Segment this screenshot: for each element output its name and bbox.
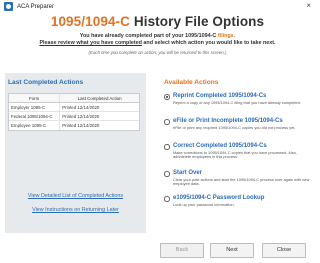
header: 1095/1094-C History File Options You hav… — [0, 14, 315, 56]
last-completed-panel: Last Completed Actions Form Last Complet… — [5, 73, 146, 233]
option-description: Clear your past actions and start the 10… — [173, 176, 310, 187]
app-icon — [4, 2, 13, 11]
radio-efile-print[interactable] — [164, 119, 170, 125]
cell-form: Employer 1095-C — [9, 103, 61, 111]
subtitle: You have already completed part of your … — [0, 33, 315, 40]
last-completed-heading: Last Completed Actions — [8, 79, 84, 86]
completed-actions-table: Form Last Completed Action Employer 1095… — [8, 93, 140, 131]
available-actions-panel: Available Actions Reprint Completed 1095… — [159, 73, 313, 233]
column-header-form: Form — [9, 94, 61, 102]
radio-reprint[interactable] — [164, 94, 170, 100]
table-row[interactable]: Employee 1095-C Printed 12/14/2020 — [9, 121, 139, 130]
cell-form: Federal 1095/1094-C — [9, 112, 61, 120]
option-description: eFile or print any required 1095/1094-C … — [173, 124, 296, 130]
subtitle-2-text: and select which action you would like t… — [141, 40, 276, 46]
option-start-over[interactable]: Start Over Clear your past actions and s… — [164, 170, 312, 187]
option-description: Make corrections to 1095/1094-C copies t… — [173, 149, 297, 160]
cell-action: Printed 12/14/2020 — [62, 123, 100, 128]
cell-action: Printed 12/14/2020 — [62, 105, 100, 110]
page-title: 1095/1094-C History File Options — [0, 14, 315, 30]
back-button[interactable]: Back — [160, 243, 204, 258]
subtitle-text: You have already completed part of your … — [79, 33, 218, 39]
available-actions-heading: Available Actions — [164, 79, 219, 86]
option-correct[interactable]: Correct Completed 1095/1094-Cs Make corr… — [164, 143, 312, 160]
table-row[interactable]: Federal 1095/1094-C Printed 12/14/2020 — [9, 112, 139, 121]
cell-form: Employee 1095-C — [9, 121, 61, 130]
close-button[interactable]: Close — [262, 243, 306, 258]
view-detailed-list-link[interactable]: View Detailed List of Completed Actions — [5, 193, 146, 199]
option-password-lookup[interactable]: e1095/1094-C Password Lookup Look up you… — [164, 195, 312, 207]
instruction-note: (Each time you complete an action, you w… — [88, 50, 227, 55]
window-title: ACA Preparer — [17, 3, 55, 10]
cell-action: Printed 12/14/2020 — [62, 114, 100, 119]
radio-start-over[interactable] — [164, 171, 170, 177]
column-header-last-action: Last Completed Action — [77, 96, 122, 101]
view-instructions-link[interactable]: View Instructions on Returning Later — [5, 207, 146, 213]
page-title-accent: 1095/1094-C — [50, 14, 131, 29]
table-header: Form Last Completed Action — [9, 94, 139, 103]
subtitle-2: Please review what you have completed an… — [0, 40, 315, 47]
option-description: Reprint a copy of any 1095/1094-C filing… — [173, 99, 301, 105]
next-button[interactable]: Next — [210, 243, 254, 258]
subtitle-accent: filings. — [217, 33, 236, 39]
page-title-rest: History File Options — [130, 14, 265, 29]
subtitle-2-underlined: Please review what you have completed — [39, 40, 142, 46]
title-bar: ACA Preparer × — [0, 0, 315, 13]
table-row[interactable]: Employer 1095-C Printed 12/14/2020 — [9, 103, 139, 112]
option-description: Look up your password information. — [173, 201, 235, 207]
option-efile-print[interactable]: eFile or Print Incomplete 1095/1094-Cs e… — [164, 118, 312, 130]
option-reprint[interactable]: Reprint Completed 1095/1094-Cs Reprint a… — [164, 93, 312, 105]
close-window-icon[interactable]: × — [306, 1, 311, 11]
radio-correct[interactable] — [164, 144, 170, 150]
radio-password-lookup[interactable] — [164, 196, 170, 202]
